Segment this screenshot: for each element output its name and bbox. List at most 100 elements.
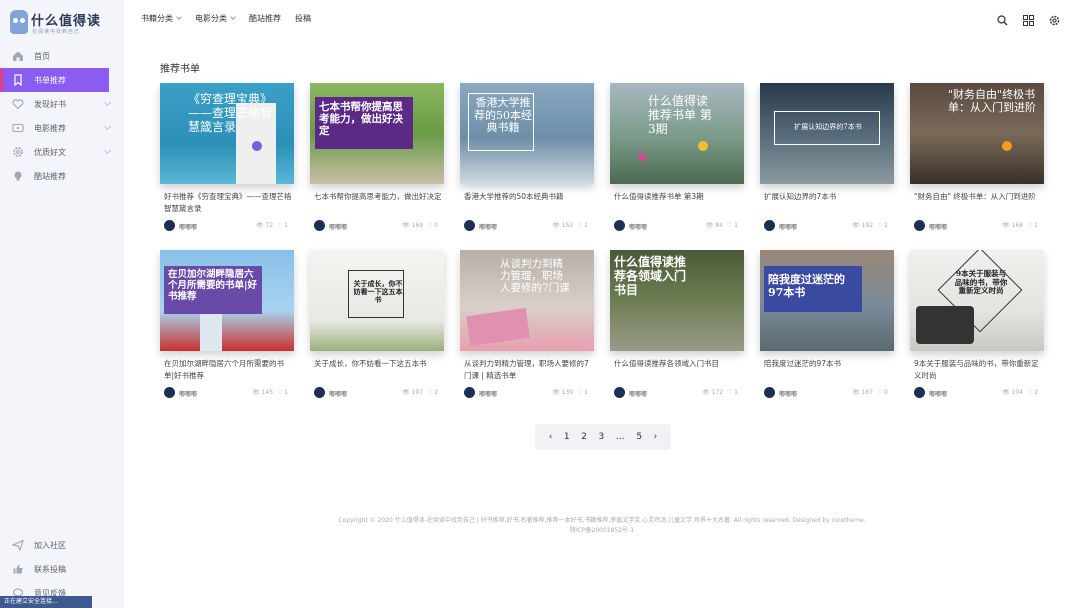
sidebar-item-movies[interactable]: 电影推荐 xyxy=(0,116,124,140)
sidebar-item-articles[interactable]: 优质好文 xyxy=(0,140,124,164)
card-title[interactable]: "财务自由" 终极书单：从入门到进阶 xyxy=(914,191,1042,215)
page-2-button[interactable]: 2 xyxy=(581,432,587,442)
booklist-card[interactable]: 陪我度过迷茫的97本书 陪我度过迷茫的97本书 嘟嘟嘟 👁 167 ♡ 0 xyxy=(760,250,894,400)
card-title[interactable]: 在贝加尔湖畔隐居六个月所需要的书单|好书推荐 xyxy=(164,358,292,382)
sidebar-item-submit[interactable]: 联系投稿 xyxy=(0,557,124,581)
card-title[interactable]: 好书推荐《穷查理宝典》——查理芒格智慧箴言录 xyxy=(164,191,292,215)
author-name[interactable]: 嘟嘟嘟 xyxy=(179,222,197,231)
search-icon[interactable] xyxy=(996,14,1008,26)
card-title[interactable]: 关于成长，你不妨看一下这五本书 xyxy=(314,358,442,382)
card-meta: 嘟嘟嘟 👁 84 ♡ 1 xyxy=(614,220,742,231)
card-cover[interactable]: 扩展认知边界的7本书 xyxy=(760,83,894,184)
prev-page-button[interactable]: ‹ xyxy=(549,432,553,442)
nav-cool-sites[interactable]: 酷站推荐 xyxy=(249,13,281,24)
avatar[interactable] xyxy=(914,220,925,231)
card-cover[interactable]: "财务自由"终极书单：从入门到进阶 xyxy=(910,83,1044,184)
card-cover[interactable]: 在贝加尔湖畔隐居六个月所需要的书单|好书推荐 xyxy=(160,250,294,351)
cover-text: 什么值得读推荐各领域入门书目 xyxy=(614,255,687,297)
page-5-button[interactable]: 5 xyxy=(636,432,642,442)
card-stats: 👁 84 ♡ 1 xyxy=(705,222,738,229)
author-name[interactable]: 嘟嘟嘟 xyxy=(629,389,647,398)
avatar[interactable] xyxy=(614,220,625,231)
avatar[interactable] xyxy=(914,387,925,398)
author-name[interactable]: 嘟嘟嘟 xyxy=(329,222,347,231)
author-name[interactable]: 嘟嘟嘟 xyxy=(179,389,197,398)
card-title[interactable]: 什么值得读推荐各领域入门书目 xyxy=(614,358,742,382)
nav-movie-categories[interactable]: 电影分类 xyxy=(195,13,235,24)
card-cover[interactable]: 什么值得读推荐各领域入门书目 xyxy=(610,250,744,351)
sidebar-item-label: 首页 xyxy=(34,51,50,61)
nav-book-categories[interactable]: 书籍分类 xyxy=(141,13,181,24)
card-title[interactable]: 香港大学推荐的50本经典书籍 xyxy=(464,191,592,215)
booklist-card[interactable]: 在贝加尔湖畔隐居六个月所需要的书单|好书推荐 在贝加尔湖畔隐居六个月所需要的书单… xyxy=(160,250,294,400)
booklist-card[interactable]: 从谈判力到精力管理，职场人要修的7门课 从谈判力到精力管理，职场人要修的7门课 … xyxy=(460,250,594,400)
card-cover[interactable]: 9本关于服装与品味的书，带你重新定义时尚 xyxy=(910,250,1044,351)
view-count: 104 xyxy=(1011,389,1024,396)
card-cover[interactable]: 从谈判力到精力管理，职场人要修的7门课 xyxy=(460,250,594,351)
avatar[interactable] xyxy=(164,220,175,231)
avatar[interactable] xyxy=(314,387,325,398)
settings-icon[interactable] xyxy=(1048,14,1060,26)
card-cover[interactable]: 七本书帮你提高思考能力，做出好决定 xyxy=(310,83,444,184)
avatar[interactable] xyxy=(464,220,475,231)
author-name[interactable]: 嘟嘟嘟 xyxy=(779,222,797,231)
next-page-button[interactable]: › xyxy=(654,432,658,442)
author-name[interactable]: 嘟嘟嘟 xyxy=(479,389,497,398)
card-cover[interactable]: 陪我度过迷茫的97本书 xyxy=(760,250,894,351)
author-name[interactable]: 嘟嘟嘟 xyxy=(629,222,647,231)
author-name[interactable]: 嘟嘟嘟 xyxy=(929,222,947,231)
booklist-card[interactable]: "财务自由"终极书单：从入门到进阶 "财务自由" 终极书单：从入门到进阶 嘟嘟嘟… xyxy=(910,83,1044,233)
card-title[interactable]: 扩展认知边界的7本书 xyxy=(764,191,892,215)
avatar[interactable] xyxy=(464,387,475,398)
card-cover[interactable]: 香港大学推荐的50本经典书籍 xyxy=(460,83,594,184)
booklist-card[interactable]: 扩展认知边界的7本书 扩展认知边界的7本书 嘟嘟嘟 👁 192 ♡ 2 xyxy=(760,83,894,233)
sidebar-item-join[interactable]: 加入社区 xyxy=(0,533,124,557)
card-title[interactable]: 什么值得读推荐书单 第3期 xyxy=(614,191,742,215)
sidebar-item-home[interactable]: 首页 xyxy=(0,44,124,68)
sidebar-item-label: 加入社区 xyxy=(34,540,66,550)
avatar[interactable] xyxy=(614,387,625,398)
booklist-card[interactable]: 香港大学推荐的50本经典书籍 香港大学推荐的50本经典书籍 嘟嘟嘟 👁 152 … xyxy=(460,83,594,233)
like-count: 1 xyxy=(584,222,588,229)
avatar[interactable] xyxy=(764,387,775,398)
page-3-button[interactable]: 3 xyxy=(598,432,604,442)
avatar[interactable] xyxy=(764,220,775,231)
avatar[interactable] xyxy=(314,220,325,231)
card-meta: 嘟嘟嘟 👁 152 ♡ 1 xyxy=(464,220,592,231)
sidebar-item-discover[interactable]: 发现好书 xyxy=(0,92,124,116)
grid-icon[interactable] xyxy=(1022,14,1034,26)
booklist-card[interactable]: 9本关于服装与品味的书，带你重新定义时尚 9本关于服装与品味的书，带你重新定义时… xyxy=(910,250,1044,400)
author-name[interactable]: 嘟嘟嘟 xyxy=(779,389,797,398)
card-title[interactable]: 从谈判力到精力管理，职场人要修的7门课 | 精选书单 xyxy=(464,358,592,382)
booklist-card[interactable]: 《穷查理宝典》——查理芒格智慧箴言录 好书推荐《穷查理宝典》——查理芒格智慧箴言… xyxy=(160,83,294,233)
booklist-card[interactable]: 关于成长，你不妨看一下这五本书 关于成长，你不妨看一下这五本书 嘟嘟嘟 👁 19… xyxy=(310,250,444,400)
avatar[interactable] xyxy=(164,387,175,398)
author-name[interactable]: 嘟嘟嘟 xyxy=(329,389,347,398)
browser-status-text: 正在建立安全连接... xyxy=(0,596,92,608)
card-title[interactable]: 9本关于服装与品味的书，带你重新定义时尚 xyxy=(914,358,1042,382)
card-stats: 👁 152 ♡ 1 xyxy=(552,222,588,229)
sidebar-item-label: 酷站推荐 xyxy=(34,171,66,181)
booklist-card[interactable]: 什么值得读推荐各领域入门书目 什么值得读推荐各领域入门书目 嘟嘟嘟 👁 172 … xyxy=(610,250,744,400)
card-cover[interactable]: 什么值得读推荐书单 第3期 xyxy=(610,83,744,184)
site-title: 什么值得读 xyxy=(31,14,102,29)
footer-icp[interactable]: 陕ICP备20001852号-1 xyxy=(124,526,1080,536)
card-cover[interactable]: 关于成长，你不妨看一下这五本书 xyxy=(310,250,444,351)
page-1-button[interactable]: 1 xyxy=(564,432,570,442)
site-logo[interactable]: 什么值得读 在阅读中找到自己 xyxy=(10,10,122,36)
booklist-card[interactable]: 七本书帮你提高思考能力，做出好决定 七本书帮你提高思考能力，做出好决定 嘟嘟嘟 … xyxy=(310,83,444,233)
card-title[interactable]: 陪我度过迷茫的97本书 xyxy=(764,358,892,382)
sidebar-item-booklists[interactable]: 书单推荐 xyxy=(0,68,109,92)
sidebar-nav: 首页 书单推荐 发现好书 电影推荐 优质好文 酷站推荐 xyxy=(0,44,124,188)
card-meta: 嘟嘟嘟 👁 192 ♡ 2 xyxy=(764,220,892,231)
author-name[interactable]: 嘟嘟嘟 xyxy=(479,222,497,231)
card-cover[interactable]: 《穷查理宝典》——查理芒格智慧箴言录 xyxy=(160,83,294,184)
booklist-card[interactable]: 什么值得读推荐书单 第3期 什么值得读推荐书单 第3期 嘟嘟嘟 👁 84 ♡ 1 xyxy=(610,83,744,233)
sidebar-item-sites[interactable]: 酷站推荐 xyxy=(0,164,124,188)
card-title[interactable]: 七本书帮你提高思考能力，做出好决定 xyxy=(314,191,442,215)
like-count: 2 xyxy=(1034,389,1038,396)
author-name[interactable]: 嘟嘟嘟 xyxy=(929,389,947,398)
card-meta: 嘟嘟嘟 👁 139 ♡ 1 xyxy=(464,387,592,398)
nav-submit[interactable]: 投稿 xyxy=(295,13,311,24)
view-count: 172 xyxy=(711,389,724,396)
